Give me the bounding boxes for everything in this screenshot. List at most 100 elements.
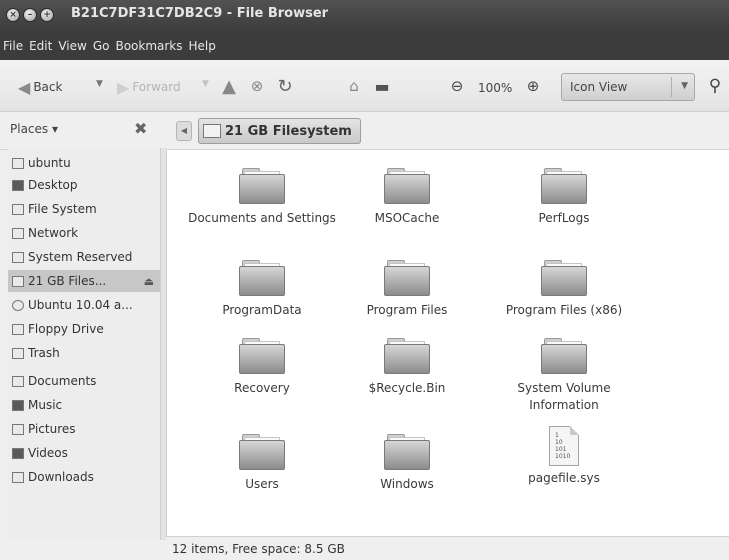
folder-item[interactable]: System Volume Information xyxy=(489,336,639,414)
sidebar-item-system-reserved[interactable]: System Reserved xyxy=(12,246,162,268)
folder-icon xyxy=(238,336,286,376)
sidebar-item-label: 21 GB Files... xyxy=(28,274,107,288)
sidebar-item-label: Downloads xyxy=(28,470,94,484)
videos-icon xyxy=(12,447,24,459)
folder-item[interactable]: PerfLogs xyxy=(489,166,639,227)
folder-icon xyxy=(238,166,286,206)
up-icon[interactable]: ▲ xyxy=(218,75,240,97)
sidebar-item-label: System Reserved xyxy=(28,250,133,264)
sidebar-item-label: Trash xyxy=(28,346,60,360)
sidebar-item-videos[interactable]: Videos xyxy=(12,442,162,464)
folder-icon xyxy=(383,258,431,298)
sidebar-item-label: ubuntu xyxy=(28,156,71,170)
sidebar-item-label: Videos xyxy=(28,446,68,460)
downloads-icon xyxy=(12,471,24,483)
places-dropdown[interactable]: Places ▾ xyxy=(10,122,58,136)
network-icon xyxy=(12,227,24,239)
item-name: Users xyxy=(245,477,279,491)
sidebar-item-pictures[interactable]: Pictures xyxy=(12,418,162,440)
file-icon-view[interactable]: Documents and Settings MSOCache PerfLogs… xyxy=(166,150,729,536)
sidebar-item-documents[interactable]: Documents xyxy=(12,370,162,392)
sidebar-item-music[interactable]: Music xyxy=(12,394,162,416)
item-name: pagefile.sys xyxy=(528,471,600,485)
back-button[interactable]: ◀ Back xyxy=(18,77,62,97)
computer-icon[interactable]: ▬ xyxy=(371,75,393,97)
sidebar-item-file-system[interactable]: File System xyxy=(12,198,162,220)
chevron-down-icon: ▼ xyxy=(681,81,688,91)
back-history-dropdown[interactable]: ▼ xyxy=(96,79,103,89)
location-bar: Places ▾ ✖ ◀ 21 GB Filesystem xyxy=(0,112,729,150)
menu-edit[interactable]: Edit xyxy=(29,39,52,53)
menu-bar: File Edit View Go Bookmarks Help xyxy=(0,32,729,60)
sidebar-item-label: Ubuntu 10.04 a... xyxy=(28,298,133,312)
minimize-button[interactable]: – xyxy=(23,8,37,22)
menu-bookmarks[interactable]: Bookmarks xyxy=(115,39,182,53)
item-name: Recovery xyxy=(234,381,290,395)
drive-icon xyxy=(203,124,221,138)
menu-go[interactable]: Go xyxy=(93,39,110,53)
sidebar-item-trash[interactable]: Trash xyxy=(12,342,162,364)
sidebar-item-21gb-filesystem[interactable]: 21 GB Files... ⏏ xyxy=(8,270,160,292)
folder-item[interactable]: Documents and Settings xyxy=(187,166,337,227)
status-text: 12 items, Free space: 8.5 GB xyxy=(172,542,345,556)
sidebar-item-label: Documents xyxy=(28,374,97,388)
close-sidebar-icon[interactable]: ✖ xyxy=(134,119,147,138)
search-icon[interactable]: ⚲ xyxy=(704,75,726,97)
item-name: $Recycle.Bin xyxy=(368,381,446,395)
menu-file[interactable]: File xyxy=(3,39,23,53)
zoom-out-icon[interactable]: ⊖ xyxy=(446,75,468,97)
file-item[interactable]: 1 10 101 1010 pagefile.sys xyxy=(489,426,639,487)
zoom-level[interactable]: 100% xyxy=(478,81,512,95)
music-icon xyxy=(12,399,24,411)
folder-item[interactable]: Program Files xyxy=(332,258,482,319)
zoom-in-icon[interactable]: ⊕ xyxy=(522,75,544,97)
menu-help[interactable]: Help xyxy=(189,39,216,53)
sidebar-item-desktop[interactable]: Desktop xyxy=(12,174,162,196)
folder-item[interactable]: Windows xyxy=(332,432,482,493)
folder-item[interactable]: ProgramData xyxy=(187,258,337,319)
sidebar-item-label: Desktop xyxy=(28,178,78,192)
back-label: Back xyxy=(33,80,63,94)
menu-view[interactable]: View xyxy=(58,39,86,53)
drive-icon xyxy=(12,251,24,263)
item-name: Program Files xyxy=(366,303,448,317)
view-mode-select[interactable]: Icon View ▼ xyxy=(561,73,695,101)
sidebar-item-downloads[interactable]: Downloads xyxy=(12,466,162,488)
text-file-icon: 1 10 101 1010 xyxy=(549,426,579,466)
reload-icon[interactable]: ↻ xyxy=(274,75,296,97)
stop-icon[interactable]: ⊗ xyxy=(246,75,268,97)
window-controls: × – + xyxy=(6,8,54,22)
status-bar: 12 items, Free space: 8.5 GB xyxy=(166,536,729,560)
folder-item[interactable]: Program Files (x86) xyxy=(489,258,639,319)
forward-history-dropdown[interactable]: ▼ xyxy=(202,79,209,89)
sidebar-item-ubuntu[interactable]: ubuntu xyxy=(12,152,162,174)
forward-button[interactable]: ▶ Forward xyxy=(117,77,181,97)
home-icon[interactable]: ⌂ xyxy=(343,75,365,97)
path-scroll-left-icon[interactable]: ◀ xyxy=(176,121,192,141)
drive-icon xyxy=(12,203,24,215)
close-button[interactable]: × xyxy=(6,8,20,22)
sidebar-item-ubuntu-cd[interactable]: Ubuntu 10.04 a... xyxy=(12,294,162,316)
sidebar-item-network[interactable]: Network xyxy=(12,222,162,244)
eject-icon[interactable]: ⏏ xyxy=(144,275,154,288)
folder-icon xyxy=(12,375,24,387)
file-browser-window: × – + B21C7DF31C7DB2C9 - File Browser Fi… xyxy=(0,0,729,560)
folder-item[interactable]: $Recycle.Bin xyxy=(332,336,482,397)
sidebar-item-label: Pictures xyxy=(28,422,76,436)
back-arrow-icon: ◀ xyxy=(18,77,31,97)
sidebar-item-label: Network xyxy=(28,226,79,240)
folder-icon xyxy=(540,166,588,206)
folder-icon xyxy=(383,166,431,206)
select-divider xyxy=(671,77,672,97)
title-bar[interactable]: × – + B21C7DF31C7DB2C9 - File Browser xyxy=(0,0,729,32)
folder-item[interactable]: Users xyxy=(187,432,337,493)
breadcrumb-current[interactable]: 21 GB Filesystem xyxy=(198,118,361,144)
folder-item[interactable]: MSOCache xyxy=(332,166,482,227)
folder-item[interactable]: Recovery xyxy=(187,336,337,397)
sidebar-item-floppy[interactable]: Floppy Drive xyxy=(12,318,162,340)
sidebar-item-label: Music xyxy=(28,398,63,412)
sidebar-item-label: File System xyxy=(28,202,97,216)
item-name: System Volume Information xyxy=(517,381,611,412)
maximize-button[interactable]: + xyxy=(40,8,54,22)
folder-icon xyxy=(540,258,588,298)
